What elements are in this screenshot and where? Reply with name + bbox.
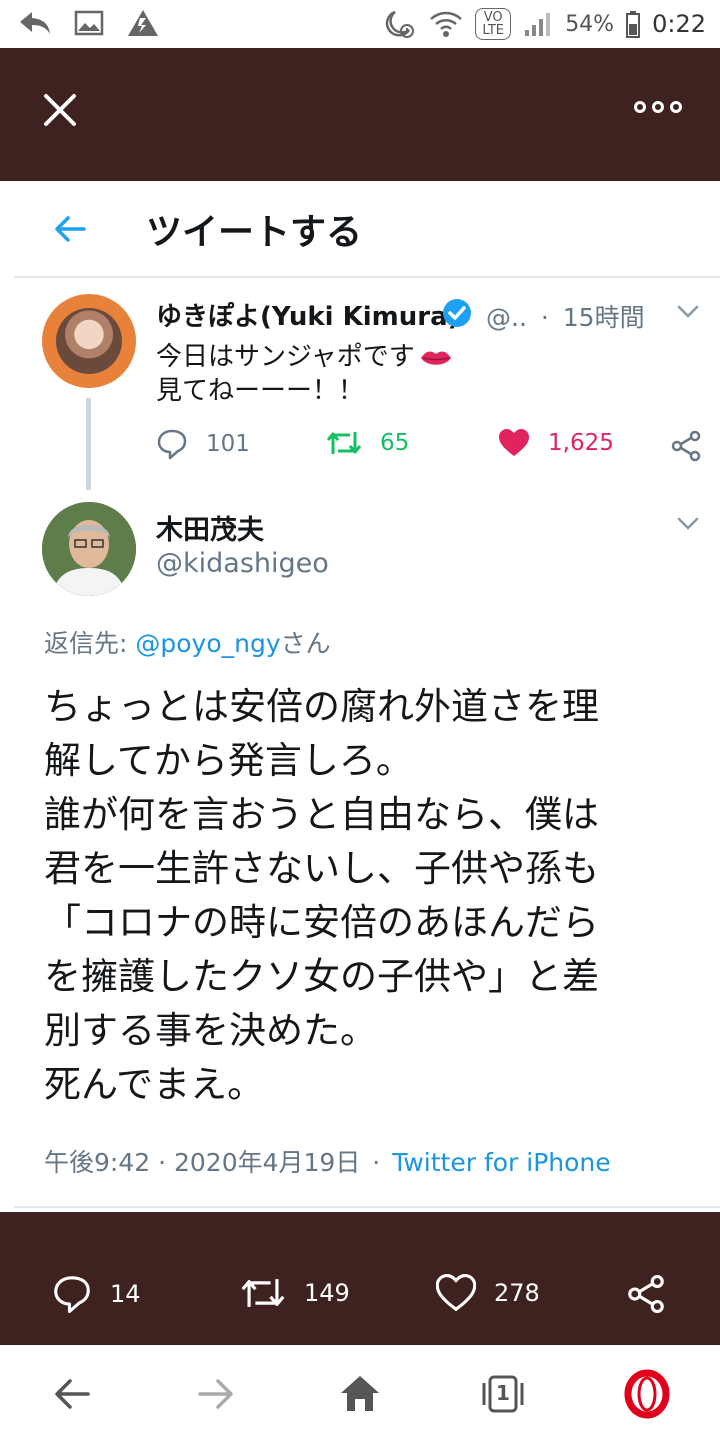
tweet-line: 今日はサンジャポです — [156, 342, 415, 372]
separator: · — [372, 1148, 381, 1177]
image-notification-icon — [74, 10, 104, 36]
reply-suffix: さん — [280, 629, 331, 658]
browser-toolbar — [0, 48, 720, 181]
reply-count: 14 — [110, 1280, 141, 1308]
tweet-date: 2020年4月19日 — [174, 1148, 361, 1177]
chevron-down-icon[interactable] — [677, 305, 699, 319]
close-icon[interactable] — [38, 88, 82, 132]
like-count: 278 — [494, 1279, 540, 1307]
tweet-author-name[interactable]: ゆきぽよ(Yuki Kimura) — [156, 296, 460, 333]
dot-icon — [652, 101, 664, 113]
tweet-body-line: 「コロナの時に安倍のあほんだら — [44, 901, 599, 944]
reply-mention-link[interactable]: @poyo_ngy — [135, 629, 280, 658]
reply-button[interactable]: 14 — [52, 1274, 141, 1314]
retweet-count: 149 — [304, 1279, 350, 1307]
back-arrow-icon[interactable] — [50, 209, 90, 249]
tweet-body-line: 君を一生許さないし、子供や孫も — [44, 847, 599, 890]
battery-icon — [626, 11, 641, 38]
tweet-body-line: を擁護したクソ女の子供や」と差 — [44, 955, 599, 998]
dot-icon — [634, 101, 646, 113]
tweet-time[interactable]: 15時間 — [563, 303, 645, 332]
more-options-button[interactable] — [634, 92, 690, 122]
tweet-actions: 101 65 1,625 — [156, 428, 706, 468]
warning-notification-icon — [128, 10, 158, 36]
page-header: ツイートする — [0, 181, 720, 279]
heart-icon — [499, 429, 529, 456]
tabs-count: 1 — [496, 1381, 510, 1405]
tweet-text: 今日はサンジャポです 見てねーーー！！ — [156, 340, 453, 408]
retweet-button[interactable]: 65 — [326, 428, 409, 458]
battery-percent: 54% — [565, 11, 615, 37]
clock: 0:22 — [652, 10, 706, 38]
tweet-time: 午後9:42 — [44, 1148, 151, 1177]
tweet-author-name[interactable]: 木田茂夫 — [156, 508, 264, 547]
reply-icon — [157, 429, 187, 460]
back-icon[interactable] — [48, 1369, 98, 1419]
chevron-down-icon[interactable] — [677, 517, 699, 531]
divider — [14, 276, 720, 278]
tweet-line: 見てねーーー！！ — [156, 376, 365, 406]
reply-icon — [54, 1276, 90, 1314]
reply-count: 101 — [206, 431, 250, 457]
reply-to: 返信先: @poyo_ngyさん — [44, 624, 331, 660]
separator: · — [540, 303, 549, 332]
avatar-photo — [42, 502, 136, 596]
share-icon[interactable] — [626, 1274, 666, 1314]
alarm-icon — [386, 10, 415, 38]
like-button[interactable]: 1,625 — [498, 428, 614, 458]
tabs-button[interactable]: 1 — [478, 1369, 528, 1419]
like-count: 1,625 — [548, 430, 614, 456]
retweet-icon — [326, 432, 362, 454]
forward-icon[interactable] — [190, 1369, 240, 1419]
tweet-timestamp: 午後9:42 · 2020年4月19日 · Twitter for iPhone — [44, 1143, 611, 1179]
like-button[interactable]: 278 — [436, 1274, 540, 1312]
retweet-icon — [241, 1279, 285, 1307]
signal-icon — [525, 13, 551, 36]
separator: · — [158, 1148, 167, 1177]
tweet-handle[interactable]: @kidashigeo — [156, 548, 329, 579]
tweet-body-line: 解してから発言しろ。 — [44, 739, 413, 782]
volte-indicator: VO LTE — [475, 8, 512, 40]
thread-line — [86, 398, 91, 490]
reply-notification-icon — [20, 12, 50, 34]
status-bar: VO LTE 54% 0:22 — [0, 0, 720, 48]
browser-navbar: 1 — [0, 1345, 720, 1440]
tweet-meta: @.. · 15時間 — [486, 298, 645, 334]
tweet-body-line: 別する事を決めた。 — [44, 1009, 377, 1052]
page-title: ツイートする — [146, 212, 363, 253]
tweet-body-line: ちょっとは安倍の腐れ外道さを理 — [44, 685, 599, 728]
tweet-body-line: 死んでまえ。 — [44, 1063, 265, 1106]
avatar-photo — [56, 308, 122, 374]
home-icon[interactable] — [335, 1369, 385, 1419]
kiss-mark-icon — [420, 350, 451, 365]
tweet-action-bar: 14 149 278 — [0, 1212, 720, 1345]
verified-badge-icon — [443, 299, 471, 327]
opera-menu-icon[interactable] — [622, 1369, 672, 1419]
wifi-icon — [430, 11, 463, 37]
avatar[interactable] — [42, 502, 136, 596]
share-icon[interactable] — [670, 430, 702, 462]
tweet-body-line: 誰が何を言おうと自由なら、僕は — [44, 793, 599, 836]
reply-to-label: 返信先: — [44, 629, 136, 658]
retweet-button[interactable]: 149 — [240, 1274, 350, 1312]
tweet-source-link[interactable]: Twitter for iPhone — [392, 1148, 610, 1177]
divider — [14, 1206, 720, 1208]
avatar[interactable] — [42, 294, 136, 388]
tweet-body: ちょっとは安倍の腐れ外道さを理 解してから発言しろ。 誰が何を言おうと自由なら、… — [44, 680, 684, 1112]
dot-icon — [670, 101, 682, 113]
reply-button[interactable]: 101 — [156, 428, 250, 460]
retweet-count: 65 — [380, 430, 410, 456]
heart-outline-icon — [436, 1274, 476, 1312]
tweet-handle[interactable]: @.. — [486, 303, 527, 332]
